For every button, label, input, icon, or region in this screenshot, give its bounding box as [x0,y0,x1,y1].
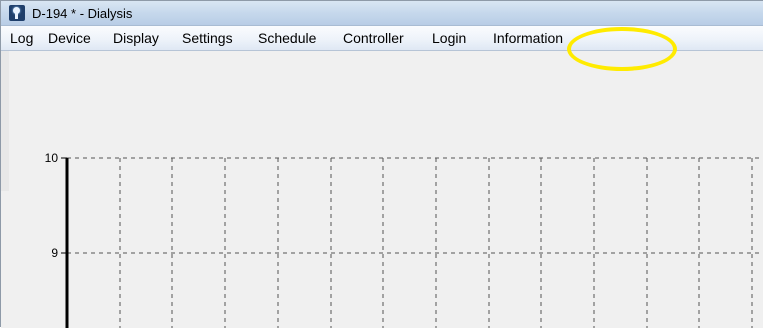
chart-plot: 10 9 [45,151,763,328]
title-bar[interactable]: D-194 * - Dialysis [1,1,763,26]
menu-schedule[interactable]: Schedule [258,29,316,47]
menu-information[interactable]: Information [493,29,563,47]
lightbulb-app-icon [9,5,25,21]
menu-log[interactable]: Log [10,29,33,47]
menu-display[interactable]: Display [113,29,159,47]
y-tick-label: 10 [45,151,59,165]
y-tick-label: 9 [51,246,58,260]
y-axis-ticks: 10 9 [45,151,67,260]
menu-login[interactable]: Login [432,29,466,47]
menu-device[interactable]: Device [48,29,91,47]
menu-controller[interactable]: Controller [343,29,404,47]
window-title: D-194 * - Dialysis [32,6,133,21]
vertical-grid [119,158,753,328]
menu-settings[interactable]: Settings [182,29,233,47]
menu-bar: Log Device Display Settings Schedule Con… [1,26,763,51]
horizontal-grid [67,157,763,254]
app-window: D-194 * - Dialysis Log Device Display Se… [0,0,763,328]
